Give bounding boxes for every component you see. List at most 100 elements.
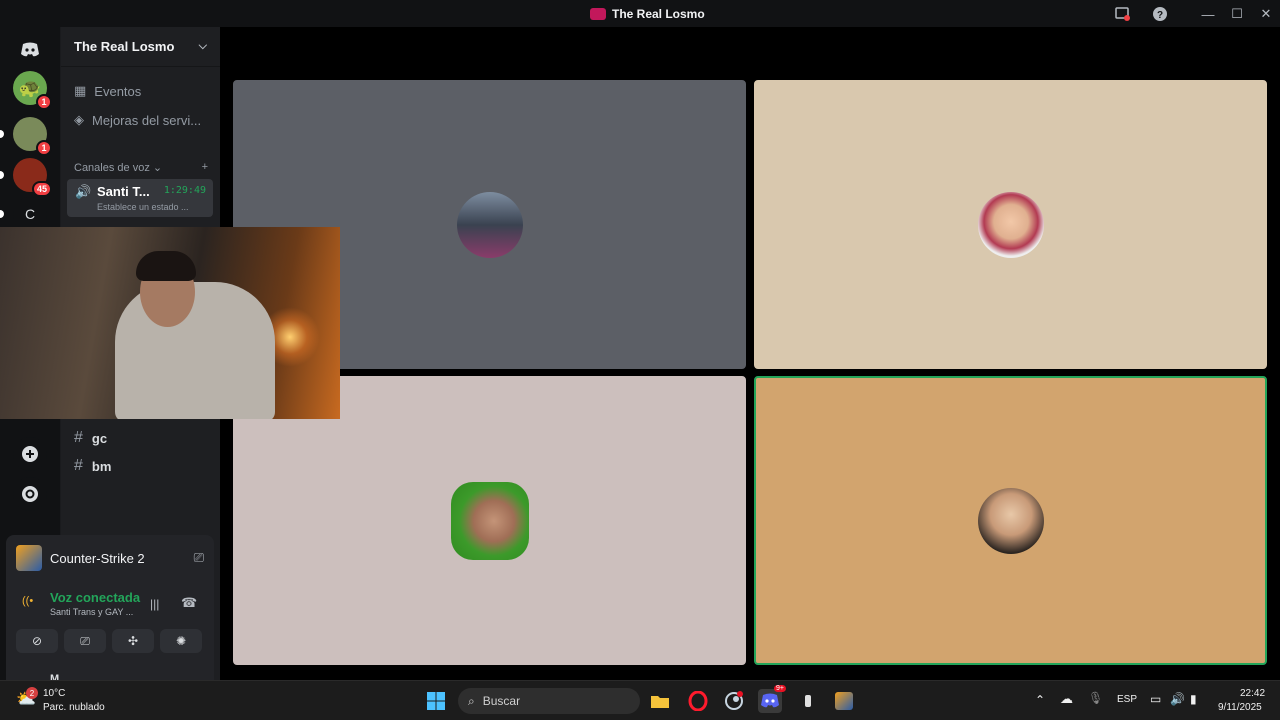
- chevron-down-icon: ⌄: [152, 162, 163, 174]
- weather-desc: Parc. nublado: [43, 702, 105, 713]
- server-logo-icon: [590, 7, 606, 20]
- text-channel-gc[interactable]: # gc: [74, 429, 107, 447]
- steam-button[interactable]: [722, 689, 746, 713]
- unread-badge: 1: [36, 140, 52, 156]
- text-channel-bm[interactable]: # bm: [74, 457, 111, 475]
- calendar-icon: ▦: [74, 83, 87, 98]
- guild-soldier[interactable]: 1: [0, 117, 52, 156]
- screen-share-icon: ⎚: [80, 633, 90, 648]
- battery-icon[interactable]: ▮: [1190, 692, 1197, 706]
- video-tile-user-2[interactable]: [754, 80, 1267, 369]
- counter-strike-taskbar-button[interactable]: [832, 689, 856, 713]
- user-avatar: [450, 481, 529, 560]
- guild-c[interactable]: C: [0, 197, 47, 231]
- plus-icon: [22, 446, 38, 462]
- video-tile-user-3[interactable]: [233, 376, 746, 665]
- set-status-link[interactable]: Establece un estado ...: [97, 202, 189, 212]
- volume-icon[interactable]: 🔊: [1170, 692, 1185, 706]
- voice-category-label: Canales de voz: [74, 162, 150, 174]
- noise-suppression-icon[interactable]: |||: [150, 597, 159, 611]
- opera-button[interactable]: [686, 689, 710, 713]
- guild-initial: C: [24, 206, 36, 222]
- maximize-icon[interactable]: ☐: [1227, 4, 1247, 24]
- video-tile-user-4[interactable]: [754, 376, 1267, 665]
- user-avatar: [456, 191, 523, 258]
- hoodie: [115, 282, 275, 419]
- user-panel: Counter-Strike 2 ⎚ ((• Voz conectada San…: [6, 535, 214, 685]
- obs-button[interactable]: [796, 689, 820, 713]
- user-avatar: [977, 191, 1044, 258]
- app-icon: [805, 695, 811, 707]
- game-activity[interactable]: Counter-Strike 2 ⎚: [16, 545, 204, 571]
- guild-red[interactable]: 45: [0, 158, 52, 197]
- steam-icon: [725, 691, 743, 710]
- unread-badge: 45: [31, 181, 52, 197]
- discover-button[interactable]: [13, 477, 47, 511]
- webcam-overlay: [0, 227, 340, 419]
- folder-icon: [651, 696, 669, 708]
- voice-timer: 1:29:49: [163, 185, 206, 196]
- soundboard-icon: ✺: [175, 634, 187, 648]
- add-channel-icon[interactable]: +: [202, 161, 208, 174]
- microphone-icon[interactable]: 🎙: [1088, 691, 1103, 705]
- inbox-icon[interactable]: [1112, 4, 1132, 24]
- title-bar: The Real Losmo ? — ☐ ✕: [0, 0, 1280, 27]
- events-item[interactable]: ▦ Eventos: [74, 83, 141, 99]
- help-icon[interactable]: ?: [1150, 4, 1170, 24]
- windows-taskbar: ⛅ 2 10°C Parc. nublado ⌕ Buscar 9+ ⌃ ☁ 🎙…: [0, 680, 1280, 720]
- unread-pip: [0, 171, 4, 179]
- unread-pip: [0, 130, 4, 138]
- network-icon[interactable]: ▭: [1150, 692, 1161, 706]
- discord-taskbar-button[interactable]: 9+: [758, 685, 786, 713]
- window-title: The Real Losmo: [590, 0, 705, 27]
- window-title-text: The Real Losmo: [612, 6, 705, 21]
- boosts-label: Mejoras del servi...: [92, 112, 202, 128]
- speaker-icon: 🔊: [75, 184, 92, 199]
- activities-icon: ✣: [127, 634, 139, 648]
- voice-category[interactable]: Canales de voz ⌄ +: [74, 161, 208, 174]
- unread-badge: 1: [36, 94, 52, 110]
- weather-icon[interactable]: ⛅ 2: [16, 687, 38, 711]
- discord-badge: 9+: [774, 685, 786, 692]
- channel-name: gc: [91, 430, 108, 446]
- signal-icon[interactable]: ((•: [22, 595, 33, 607]
- activities-button[interactable]: ✣: [112, 629, 154, 653]
- game-name: Counter-Strike 2: [50, 550, 145, 566]
- server-header[interactable]: The Real Losmo ⌵: [61, 27, 220, 67]
- voice-channel[interactable]: 🔊 Santi T... 1:29:49 Establece un estado…: [67, 179, 213, 217]
- weather-badge: 2: [26, 687, 38, 699]
- start-button[interactable]: [424, 689, 448, 713]
- channel-name: bm: [91, 458, 112, 474]
- clock-time[interactable]: 22:42: [1240, 688, 1265, 699]
- weather-temp: 10°C: [43, 688, 66, 699]
- screen-share-button[interactable]: ⎚: [64, 629, 106, 653]
- chevron-up-icon[interactable]: ⌃: [1035, 693, 1045, 707]
- search-icon: ⌕: [468, 693, 475, 708]
- clock-date[interactable]: 9/11/2025: [1218, 702, 1262, 713]
- language-indicator[interactable]: ESP: [1117, 694, 1137, 705]
- unread-pip: [0, 210, 4, 218]
- taskbar-search[interactable]: ⌕ Buscar: [458, 688, 640, 714]
- boosts-item[interactable]: ◈ Mejoras del servi...: [74, 112, 201, 128]
- soundboard-button[interactable]: ✺: [160, 629, 202, 653]
- screen-share-icon[interactable]: ⎚: [194, 550, 204, 566]
- file-explorer-button[interactable]: [648, 689, 672, 713]
- disconnect-icon[interactable]: ☎: [181, 595, 197, 611]
- guild-turtle[interactable]: 🐢 1: [13, 71, 52, 110]
- minimize-icon[interactable]: —: [1198, 4, 1218, 24]
- user-avatar: [977, 487, 1044, 554]
- add-server-button[interactable]: [13, 437, 47, 471]
- hashtag-icon: #: [74, 457, 83, 474]
- boost-icon: ◈: [74, 112, 84, 127]
- server-name: The Real Losmo: [74, 39, 175, 54]
- voice-channel-link[interactable]: Santi Trans y GAY ...: [50, 607, 133, 617]
- hair: [136, 251, 196, 281]
- voice-channel-name: Santi T...: [97, 184, 150, 199]
- camera-button[interactable]: ⊘: [16, 629, 58, 653]
- close-icon[interactable]: ✕: [1256, 4, 1276, 24]
- voice-connected-status[interactable]: Voz conectada: [50, 590, 140, 605]
- discord-home-button[interactable]: [13, 33, 47, 67]
- windows-icon: [427, 692, 445, 710]
- chevron-down-icon: ⌵: [198, 40, 207, 52]
- onedrive-icon[interactable]: ☁: [1060, 691, 1073, 707]
